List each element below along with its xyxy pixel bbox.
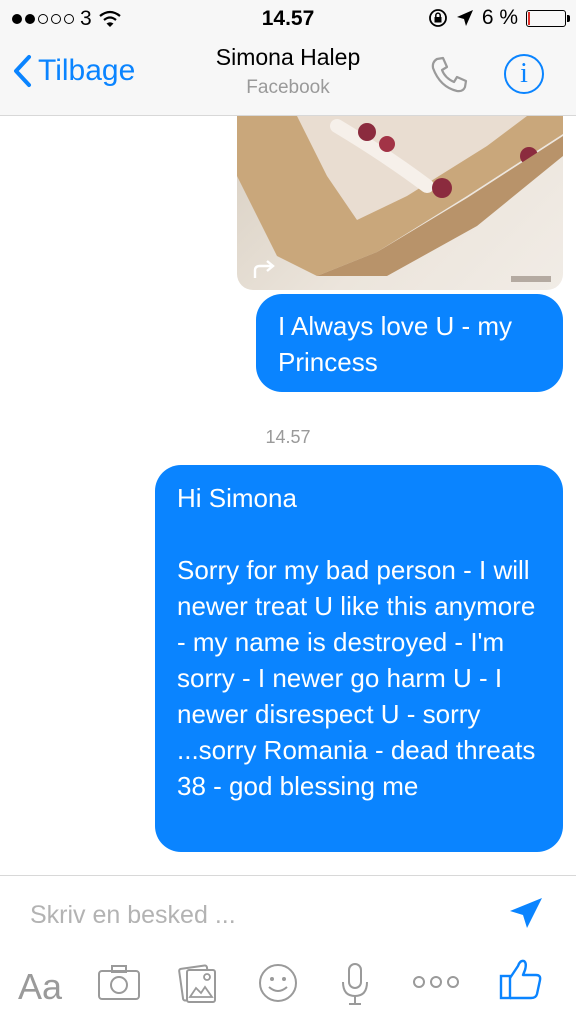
camera-icon[interactable] (96, 962, 142, 1002)
text-format-button[interactable]: Aa (18, 966, 62, 1008)
send-icon[interactable] (508, 896, 544, 930)
contact-name: Simona Halep (215, 44, 361, 70)
microphone-icon[interactable] (340, 962, 370, 1008)
message-bubble-sent[interactable]: Hi Simona Sorry for my bad person - I wi… (155, 465, 563, 852)
location-arrow-icon (456, 10, 473, 26)
battery-level (528, 11, 530, 25)
message-timestamp: 14.57 (265, 427, 311, 447)
composer-toolbar: Aa (0, 959, 576, 1012)
photo-message[interactable] (237, 116, 563, 290)
navigation-bar: Tilbage Simona Halep Facebook i (0, 38, 576, 116)
more-icon[interactable] (411, 962, 461, 1002)
gallery-icon[interactable] (176, 962, 220, 1006)
contact-subtitle: Facebook (246, 77, 330, 98)
lock-rotation-icon (428, 9, 447, 27)
message-bubble-sent[interactable]: I Always love U - my Princess (256, 294, 563, 392)
cake-image (237, 116, 563, 276)
battery-percent: 6 % (481, 6, 518, 29)
conversation-title[interactable]: Simona Halep Facebook (0, 44, 576, 99)
messenger-screen: 3 14.57 6 % Tilbage Simona Halep Faceboo… (0, 0, 576, 1024)
battery-icon (526, 9, 570, 27)
smiley-icon[interactable] (257, 962, 299, 1004)
phone-icon[interactable] (428, 54, 470, 96)
message-composer: Aa (0, 875, 576, 1024)
thumbs-up-icon[interactable] (498, 956, 544, 1002)
message-input[interactable] (30, 900, 470, 930)
share-icon[interactable] (251, 258, 281, 282)
info-icon[interactable]: i (504, 54, 544, 94)
image-watermark (511, 276, 551, 282)
status-bar: 3 14.57 6 % (0, 0, 576, 38)
status-right: 6 % (428, 6, 570, 30)
